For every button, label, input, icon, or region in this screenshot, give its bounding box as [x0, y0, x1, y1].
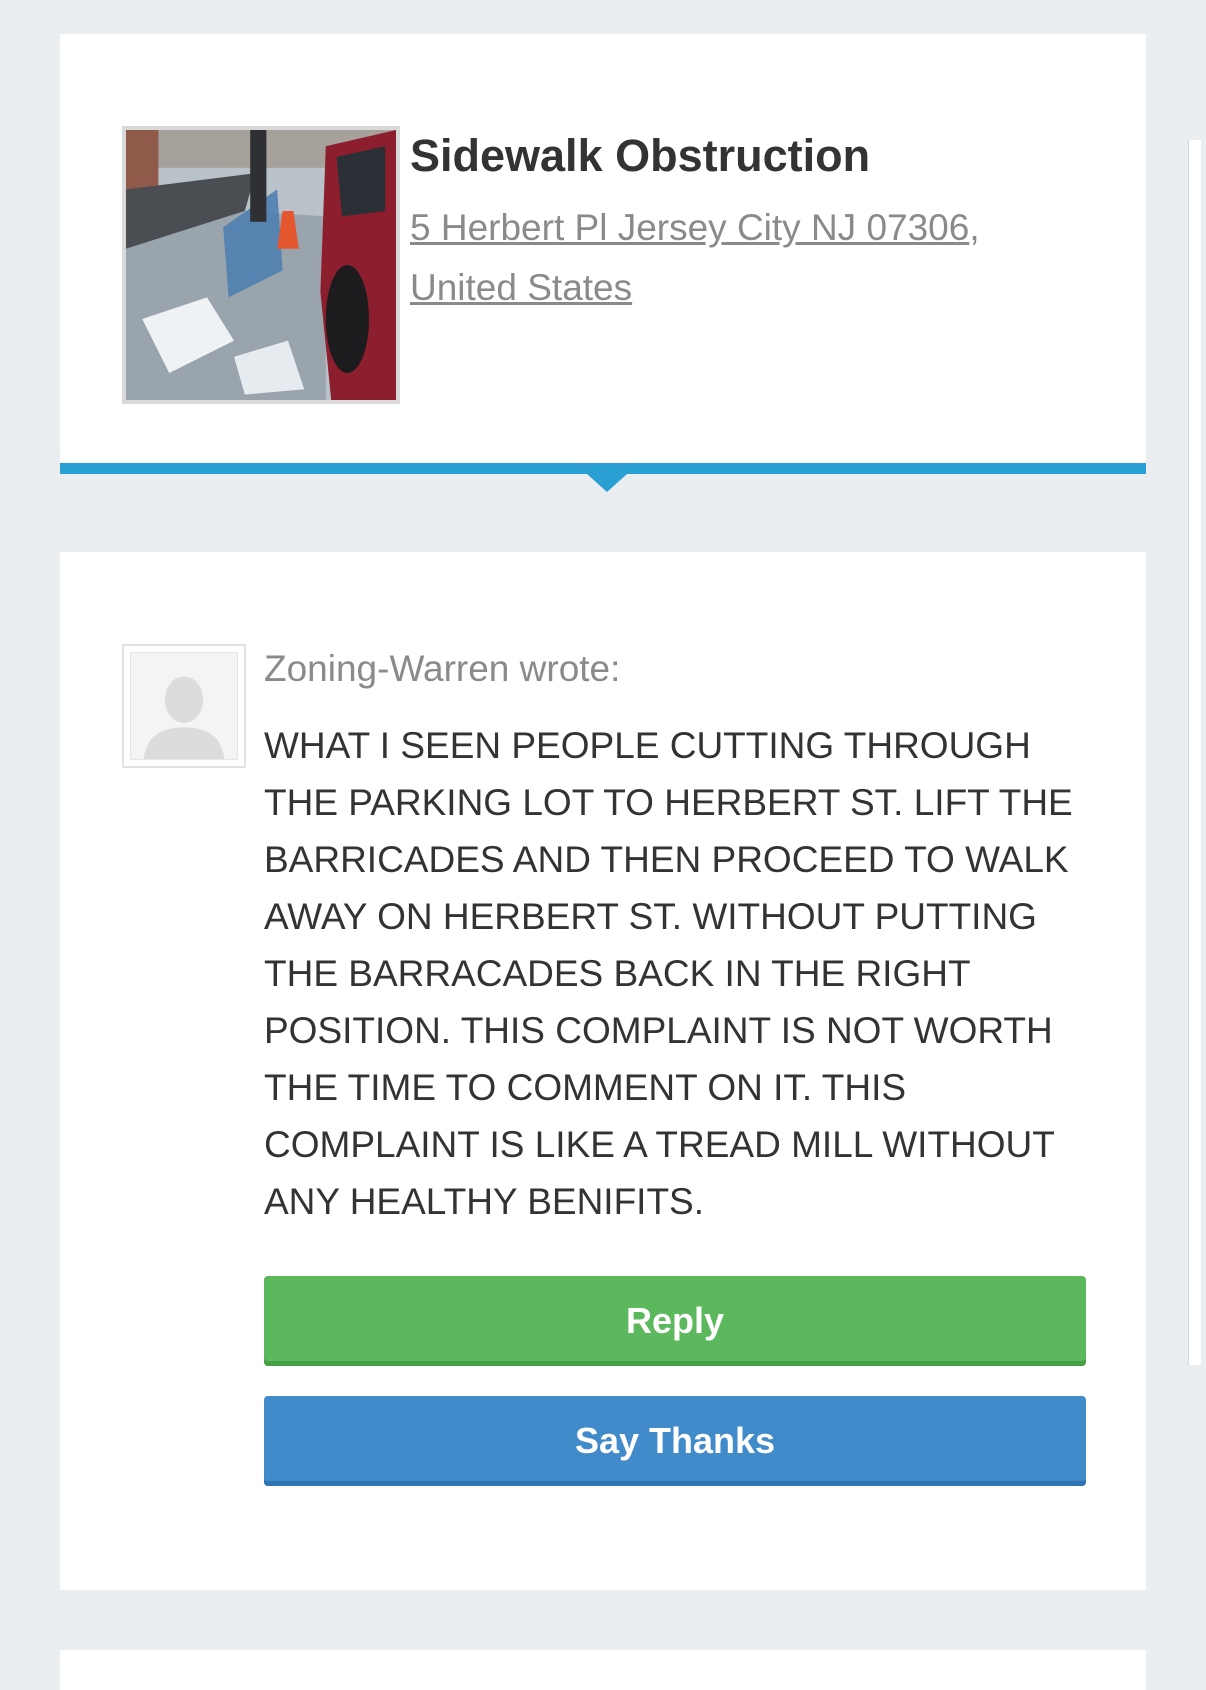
default-user-avatar-icon	[130, 652, 238, 760]
say-thanks-button[interactable]: Say Thanks	[264, 1396, 1086, 1486]
scrollbar[interactable]	[1188, 140, 1201, 1365]
address-line-1: 5 Herbert Pl Jersey City NJ 07306	[410, 207, 970, 248]
issue-header-card: Sidewalk Obstruction 5 Herbert Pl Jersey…	[60, 34, 1146, 474]
issue-address-link[interactable]: 5 Herbert Pl Jersey City NJ 07306	[410, 207, 969, 248]
next-card	[60, 1650, 1146, 1690]
avatar	[122, 644, 246, 768]
comment-card: Zoning-Warren wrote: WHAT I SEEN PEOPLE …	[60, 552, 1146, 1590]
issue-address-link-country[interactable]: United States	[410, 267, 632, 308]
comment-author: Zoning-Warren wrote:	[264, 648, 621, 689]
address-line-2: United States	[410, 267, 633, 308]
user-silhouette-icon	[131, 653, 237, 759]
issue-address: 5 Herbert Pl Jersey City NJ 07306, Unite…	[410, 198, 1050, 318]
comment-body: WHAT I SEEN PEOPLE CUTTING THROUGH THE P…	[264, 725, 1073, 1222]
issue-title: Sidewalk Obstruction	[410, 130, 871, 181]
address-separator: ,	[969, 207, 980, 248]
reply-button[interactable]: Reply	[264, 1276, 1086, 1366]
accent-bar	[60, 463, 1146, 474]
issue-photo-image	[126, 130, 396, 400]
issue-photo[interactable]	[122, 126, 400, 404]
section-pointer-icon	[587, 474, 627, 492]
